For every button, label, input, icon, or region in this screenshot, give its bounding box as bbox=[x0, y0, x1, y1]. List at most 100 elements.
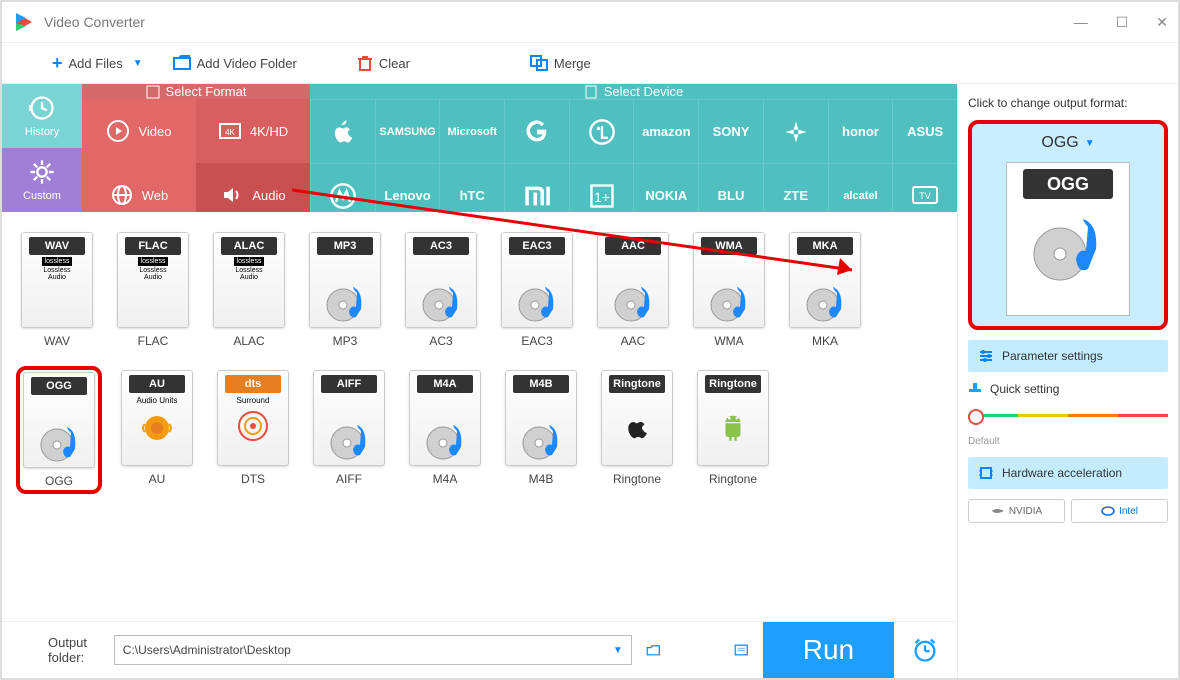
intel-icon bbox=[1101, 504, 1115, 518]
format-wma[interactable]: WMAWMA bbox=[692, 232, 766, 348]
slider-value-label: Default bbox=[968, 436, 1168, 447]
add-folder-button[interactable]: Add Video Folder bbox=[173, 55, 297, 71]
history-icon bbox=[28, 94, 56, 122]
bottom-bar: Output folder: C:\Users\Administrator\De… bbox=[2, 621, 957, 678]
hardware-accel-button[interactable]: Hardware acceleration bbox=[968, 457, 1168, 489]
close-button[interactable]: ✕ bbox=[1156, 14, 1168, 31]
format-label: M4B bbox=[529, 472, 554, 486]
format-tab-4khd[interactable]: 4K 4K/HD bbox=[196, 99, 310, 163]
open-folder-icon[interactable] bbox=[646, 641, 660, 659]
device-honor[interactable]: honor bbox=[828, 99, 893, 163]
format-eac3[interactable]: EAC3EAC3 bbox=[500, 232, 574, 348]
format-aac[interactable]: AAC AAC bbox=[596, 232, 670, 348]
custom-label: Custom bbox=[23, 190, 61, 202]
disc-note-icon bbox=[1028, 199, 1108, 289]
nvidia-toggle[interactable]: NVIDIA bbox=[968, 499, 1065, 523]
format-ogg[interactable]: OGGOGG bbox=[20, 370, 98, 490]
device-samsung[interactable]: SAMSUNG bbox=[375, 99, 440, 163]
format-ac3[interactable]: AC3AC3 bbox=[404, 232, 478, 348]
task-list-icon[interactable] bbox=[734, 641, 748, 659]
format-grid: WAVlosslessLossless AudioWAV FLAClossless… bbox=[2, 212, 957, 621]
format-label: AAC bbox=[621, 334, 646, 348]
output-folder-label: Output folder: bbox=[48, 635, 100, 665]
run-button[interactable]: Run bbox=[763, 622, 894, 678]
maximize-button[interactable]: ☐ bbox=[1116, 14, 1129, 31]
device-huawei[interactable] bbox=[763, 99, 828, 163]
disc-note-icon bbox=[707, 279, 751, 323]
format-label: AU bbox=[149, 472, 166, 486]
nvidia-icon bbox=[991, 506, 1005, 516]
select-device-header: Select Device bbox=[310, 84, 957, 99]
svg-text:4K: 4K bbox=[225, 128, 235, 137]
schedule-button[interactable] bbox=[908, 622, 941, 678]
device-g[interactable] bbox=[504, 99, 569, 163]
minimize-button[interactable]: — bbox=[1074, 14, 1088, 31]
add-files-label: Add Files bbox=[69, 56, 123, 71]
format-m4a[interactable]: M4AM4A bbox=[408, 370, 482, 490]
intel-toggle[interactable]: Intel bbox=[1071, 499, 1168, 523]
format-m4b[interactable]: M4BM4B bbox=[504, 370, 578, 490]
format-badge: AIFF bbox=[321, 375, 377, 393]
format-wav[interactable]: WAVlosslessLossless AudioWAV bbox=[20, 232, 94, 348]
device-apple[interactable] bbox=[310, 99, 375, 163]
output-format-button[interactable]: OGG ▼ OGG bbox=[968, 120, 1168, 330]
format-ringtone[interactable]: RingtoneRingtone bbox=[600, 370, 674, 490]
format-mka[interactable]: MKAMKA bbox=[788, 232, 862, 348]
format-ringtone[interactable]: RingtoneRingtone bbox=[696, 370, 770, 490]
hd-icon: 4K bbox=[218, 119, 242, 143]
select-format-header: Select Format bbox=[82, 84, 310, 99]
history-tab[interactable]: History bbox=[2, 84, 82, 148]
chip-icon bbox=[978, 465, 994, 481]
chevron-down-icon: ▼ bbox=[133, 58, 143, 69]
format-label: MP3 bbox=[333, 334, 358, 348]
format-dts[interactable]: dtsSurroundDTS bbox=[216, 370, 290, 490]
merge-label: Merge bbox=[554, 56, 591, 71]
format-label: FLAC bbox=[138, 334, 169, 348]
device-sony[interactable]: SONY bbox=[698, 99, 763, 163]
history-label: History bbox=[25, 126, 59, 138]
disc-note-icon bbox=[515, 279, 559, 323]
format-badge: Ringtone bbox=[705, 375, 761, 393]
custom-tab[interactable]: Custom bbox=[2, 148, 82, 212]
disc-note-icon bbox=[327, 417, 371, 461]
device-asus[interactable]: ASUS bbox=[892, 99, 957, 163]
format-mp3[interactable]: MP3 MP3 bbox=[308, 232, 382, 348]
merge-button[interactable]: Merge bbox=[530, 55, 591, 71]
output-folder-select[interactable]: C:\Users\Administrator\Desktop ▼ bbox=[114, 635, 632, 665]
format-flac[interactable]: FLAClosslessLossless AudioFLAC bbox=[116, 232, 190, 348]
format-aiff[interactable]: AIFFAIFF bbox=[312, 370, 386, 490]
output-format-name: OGG bbox=[1041, 134, 1078, 152]
format-badge: AAC bbox=[605, 237, 661, 255]
output-path: C:\Users\Administrator\Desktop bbox=[123, 643, 291, 657]
format-label: OGG bbox=[45, 474, 73, 488]
category-panel: History Custom Select Format bbox=[2, 84, 957, 212]
output-panel: Click to change output format: OGG ▼ OGG bbox=[957, 84, 1178, 678]
svg-text:1+: 1+ bbox=[594, 188, 610, 204]
format-alac[interactable]: ALAClosslessLossless AudioALAC bbox=[212, 232, 286, 348]
quality-slider[interactable] bbox=[968, 406, 1168, 426]
chevron-down-icon: ▼ bbox=[613, 645, 623, 656]
format-badge: ALAC bbox=[221, 237, 277, 255]
device-lg[interactable] bbox=[569, 99, 634, 163]
play-icon bbox=[106, 119, 130, 143]
parameter-settings-button[interactable]: Parameter settings bbox=[968, 340, 1168, 372]
format-badge: WAV bbox=[29, 237, 85, 255]
format-badge: MP3 bbox=[317, 237, 373, 255]
plus-icon: + bbox=[52, 53, 63, 74]
disc-note-icon bbox=[611, 279, 655, 323]
output-hint: Click to change output format: bbox=[968, 96, 1168, 110]
slider-knob[interactable] bbox=[968, 409, 984, 425]
clear-button[interactable]: Clear bbox=[357, 54, 410, 72]
globe-icon bbox=[110, 183, 134, 207]
svg-text:TV: TV bbox=[919, 191, 931, 201]
output-format-preview: OGG bbox=[1006, 162, 1130, 316]
format-tab-video[interactable]: Video bbox=[82, 99, 196, 163]
sliders-icon bbox=[978, 348, 994, 364]
format-label: MKA bbox=[812, 334, 838, 348]
device-amazon[interactable]: amazon bbox=[633, 99, 698, 163]
add-files-button[interactable]: + Add Files ▼ bbox=[52, 53, 143, 74]
device-microsoft[interactable]: Microsoft bbox=[439, 99, 504, 163]
format-au[interactable]: AUAudio UnitsAU bbox=[120, 370, 194, 490]
format-badge: WMA bbox=[701, 237, 757, 255]
disc-note-icon bbox=[419, 279, 463, 323]
